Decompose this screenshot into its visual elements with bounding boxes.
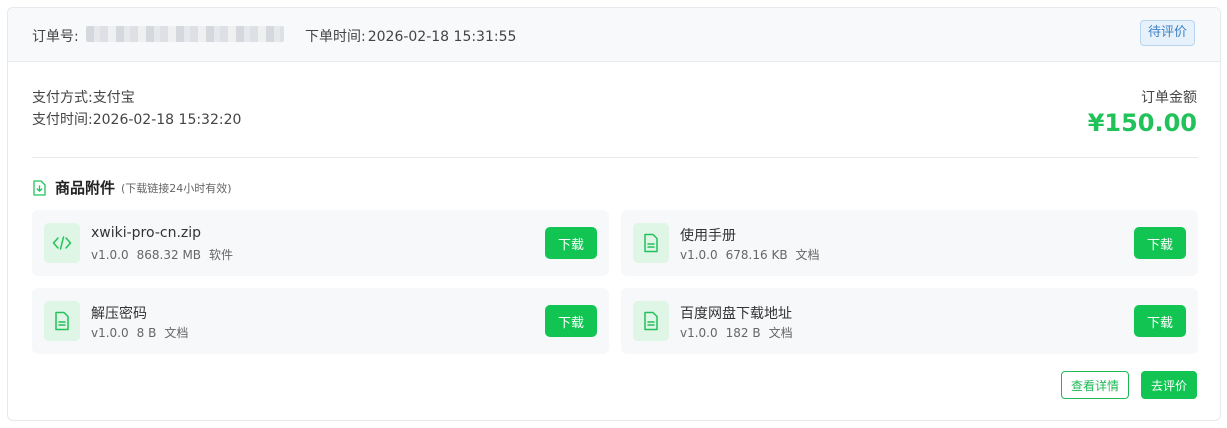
attachment-version: v1.0.0: [91, 248, 129, 262]
document-icon: [633, 301, 669, 341]
attachment-item: 百度网盘下载地址 v1.0.0 182 B 文档 下载: [621, 288, 1198, 354]
attachment-type: 软件: [209, 248, 234, 262]
attachment-item: 解压密码 v1.0.0 8 B 文档 下载: [32, 288, 609, 354]
download-button[interactable]: 下载: [545, 305, 597, 337]
attachments-heading: 商品附件: [55, 179, 116, 197]
attachment-item: xwiki-pro-cn.zip v1.0.0 868.32 MB 软件 下载: [32, 210, 609, 276]
order-time: 下单时间: 2026-02-18 15:31:55: [305, 26, 516, 46]
order-number-label: 订单号:: [32, 29, 79, 45]
payment-method-label: 支付方式:: [32, 90, 93, 106]
attachment-name: 百度网盘下载地址: [680, 306, 792, 322]
attachment-type: 文档: [164, 326, 189, 340]
payment-method-value: 支付宝: [92, 90, 135, 106]
attachment-meta: v1.0.0 182 B 文档: [680, 324, 801, 341]
payment-time-value: 2026-02-18 15:32:20: [92, 112, 242, 128]
order-header: 订单号: 下单时间: 2026-02-18 15:31:55 待评价: [8, 8, 1220, 62]
status-badge: 待评价: [1139, 20, 1195, 46]
amount-value: ¥150.00: [1087, 109, 1197, 137]
attachments-hint: (下载链接24小时有效): [121, 181, 232, 195]
attachment-type: 文档: [795, 248, 820, 262]
payment-method: 支付方式:支付宝: [32, 87, 241, 109]
amount-label: 订单金额: [1141, 90, 1197, 106]
download-button[interactable]: 下载: [545, 227, 597, 259]
attachment-size: 868.32 MB: [136, 248, 202, 262]
document-icon: [44, 301, 80, 341]
attachment-size: 678.16 KB: [725, 248, 788, 262]
attachment-type: 文档: [768, 326, 793, 340]
order-card: 订单号: 下单时间: 2026-02-18 15:31:55 待评价 支付方式:支…: [7, 7, 1221, 421]
attachment-meta: v1.0.0 868.32 MB 软件: [91, 246, 241, 263]
attachment-name: 使用手册: [680, 228, 736, 244]
order-time-value: 2026-02-18 15:31:55: [367, 29, 517, 45]
attachment-meta: v1.0.0 8 B 文档: [91, 324, 196, 341]
attachment-size: 182 B: [725, 326, 761, 340]
document-icon: [633, 223, 669, 263]
view-details-button[interactable]: 查看详情: [1060, 371, 1129, 399]
attachment-version: v1.0.0: [680, 248, 718, 262]
attachment-meta: v1.0.0 678.16 KB 文档: [680, 246, 828, 263]
download-button[interactable]: 下载: [1134, 305, 1186, 337]
attachment-name: xwiki-pro-cn.zip: [91, 225, 202, 241]
payment-time-label: 支付时间:: [32, 112, 93, 128]
payment-info: 支付方式:支付宝 支付时间:2026-02-18 15:32:20: [32, 87, 241, 131]
attachments-title: 商品附件 (下载链接24小时有效): [32, 177, 232, 198]
attachment-version: v1.0.0: [91, 326, 129, 340]
download-file-icon: [33, 179, 46, 196]
download-button[interactable]: 下载: [1134, 227, 1186, 259]
order-time-label: 下单时间:: [305, 29, 366, 45]
attachment-version: v1.0.0: [680, 326, 718, 340]
order-number-masked: [86, 26, 284, 42]
review-button[interactable]: 去评价: [1140, 371, 1197, 399]
attachment-name: 解压密码: [91, 306, 147, 322]
attachment-item: 使用手册 v1.0.0 678.16 KB 文档 下载: [621, 210, 1198, 276]
attachment-size: 8 B: [136, 326, 157, 340]
divider: [32, 157, 1198, 158]
code-icon: [44, 223, 80, 263]
payment-time: 支付时间:2026-02-18 15:32:20: [32, 109, 241, 131]
